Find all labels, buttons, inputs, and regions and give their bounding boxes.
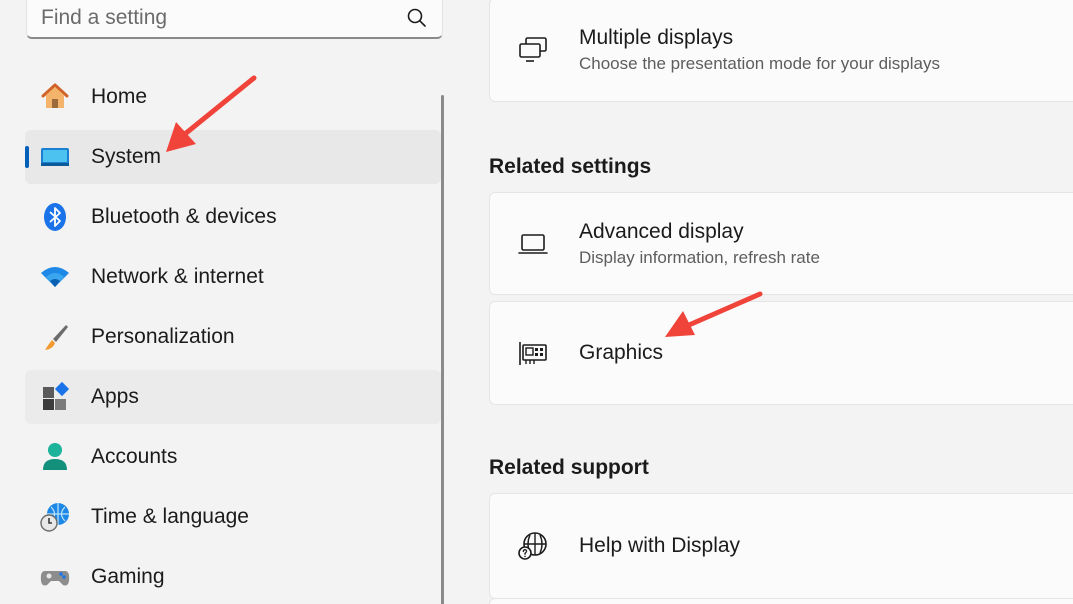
apps-icon [39,381,71,413]
help-with-display-card[interactable]: Help with Display [489,493,1073,599]
sidebar-item-time-language[interactable]: Time & language [25,490,441,544]
home-icon [39,81,71,113]
sidebar-item-accounts[interactable]: Accounts [25,430,441,484]
laptop-icon [517,228,549,260]
advanced-display-card[interactable]: Advanced display Display information, re… [489,192,1073,295]
selection-indicator [25,146,29,168]
graphics-card-icon [517,337,549,369]
sidebar-item-label: Bluetooth & devices [91,205,277,228]
search-input[interactable] [41,2,406,30]
search-box[interactable] [26,0,443,39]
sidebar-item-gaming[interactable]: Gaming [25,550,441,604]
sidebar-item-label: Home [91,85,148,108]
sidebar-item-label: System [91,145,162,168]
card-subtitle: Choose the presentation mode for your di… [579,54,940,73]
card-title: Advanced display [579,219,744,243]
search-icon[interactable] [406,7,428,29]
card-title: Multiple displays [579,26,734,49]
sidebar-scrollbar[interactable] [441,95,444,604]
system-icon [39,141,71,173]
gamepad-icon [39,561,71,593]
card-title: Graphics [579,341,664,364]
sidebar-item-label: Network & internet [91,265,264,288]
card-subtitle: Display information, refresh rate [579,247,820,267]
related-settings-heading: Related settings [489,155,652,178]
sidebar-item-label: Time & language [91,505,249,528]
related-support-heading: Related support [489,456,649,479]
bluetooth-icon [39,201,71,233]
globe-help-icon [517,530,549,562]
sidebar-item-label: Accounts [91,445,178,468]
sidebar-item-label: Gaming [91,565,165,588]
sidebar-item-home[interactable]: Home [25,70,441,124]
next-card-partial[interactable] [489,598,1073,604]
sidebar-item-network[interactable]: Network & internet [25,250,441,304]
person-icon [39,441,71,473]
multiple-displays-card[interactable]: Multiple displays Choose the presentatio… [489,0,1073,102]
card-title: Help with Display [579,534,741,557]
sidebar-item-personalization[interactable]: Personalization [25,310,441,364]
sidebar-item-system[interactable]: System [25,130,441,184]
graphics-card[interactable]: Graphics [489,301,1073,405]
sidebar-nav: Home System Bluetooth & devices Network … [25,70,441,604]
sidebar-item-bluetooth[interactable]: Bluetooth & devices [25,190,441,244]
sidebar-item-apps[interactable]: Apps [25,370,441,424]
wifi-icon [39,261,71,293]
globe-clock-icon [39,501,71,533]
sidebar-item-label: Apps [91,385,139,408]
multiple-displays-icon [517,34,549,66]
paintbrush-icon [39,321,71,353]
sidebar-item-label: Personalization [91,325,235,348]
